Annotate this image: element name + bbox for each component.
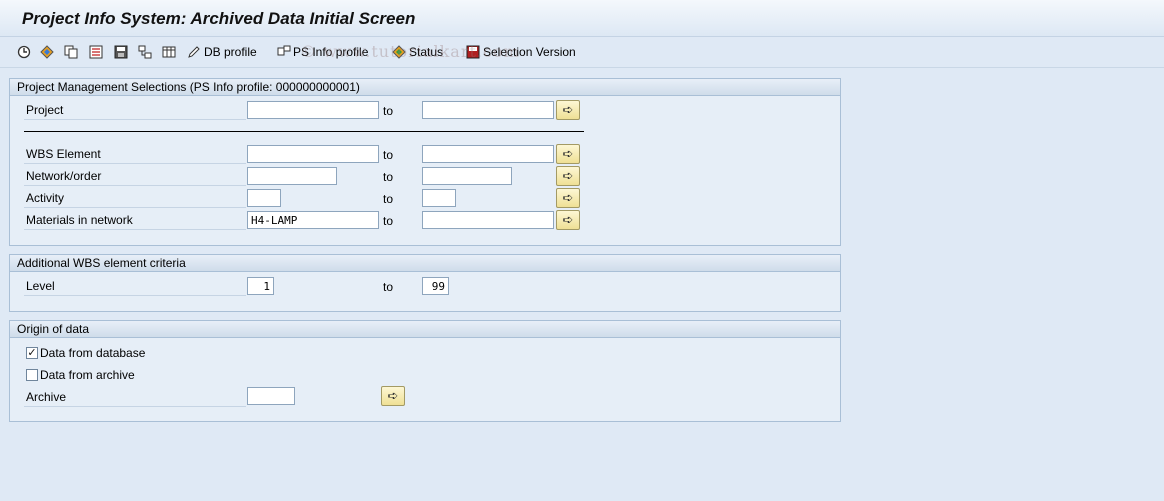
arrow-right-icon: ➪: [562, 190, 574, 205]
save-button[interactable]: [114, 43, 128, 61]
group-title: Origin of data: [10, 321, 840, 338]
arrow-right-icon: ➪: [562, 102, 574, 117]
execute-icon: [17, 45, 31, 59]
wbs-from-input[interactable]: [247, 145, 379, 163]
label-underline: [24, 119, 246, 120]
to-label: to: [383, 148, 394, 162]
group-title: Project Management Selections (PS Info p…: [10, 79, 840, 96]
label-underline: [24, 163, 246, 164]
arrow-right-icon: ➪: [387, 388, 399, 403]
label-underline: [24, 229, 246, 230]
arrow-right-icon: ➪: [562, 146, 574, 161]
group-title: Additional WBS element criteria: [10, 255, 840, 272]
label-underline: [24, 295, 246, 296]
application-toolbar: DB profile PS Info profile Status Select…: [0, 37, 1164, 68]
wbs-to-input[interactable]: [422, 145, 554, 163]
data-from-archive-label: Data from archive: [40, 368, 135, 382]
to-label: to: [383, 170, 394, 184]
table-icon: [162, 46, 176, 58]
project-label: Project: [26, 103, 64, 117]
level-to-input[interactable]: 99: [422, 277, 449, 295]
archive-input[interactable]: [247, 387, 295, 405]
network-from-input[interactable]: [247, 167, 337, 185]
selection-version-button[interactable]: Selection Version: [466, 43, 576, 61]
materials-from-input[interactable]: H4-LAMP: [247, 211, 379, 229]
label-underline: [24, 185, 246, 186]
project-management-selections-group: Project Management Selections (PS Info p…: [9, 78, 841, 246]
wbs-element-label: WBS Element: [26, 147, 101, 161]
status-label: Status: [409, 45, 444, 59]
execute-button[interactable]: [17, 43, 31, 61]
wbs-multiple-selection-button[interactable]: ➪: [556, 144, 580, 164]
level-label: Level: [26, 279, 55, 293]
network-multiple-selection-button[interactable]: ➪: [556, 166, 580, 186]
save-version-icon: [466, 45, 480, 59]
origin-of-data-group: Origin of data ✓ Data from database Data…: [9, 320, 841, 422]
variant-button[interactable]: [40, 43, 54, 61]
ps-info-profile-button[interactable]: PS Info profile: [277, 43, 368, 61]
project-multiple-selection-button[interactable]: ➪: [556, 100, 580, 120]
profile-icon: [277, 45, 291, 56]
separator: [24, 131, 584, 132]
project-from-input[interactable]: [247, 101, 379, 119]
additional-wbs-criteria-group: Additional WBS element criteria Level 1 …: [9, 254, 841, 312]
label-underline: [24, 207, 246, 208]
network-order-label: Network/order: [26, 169, 102, 183]
db-profile-label: DB profile: [204, 45, 257, 59]
to-label: to: [383, 104, 394, 118]
dynamic-selection-button[interactable]: [89, 43, 103, 61]
page-title: Project Info System: Archived Data Initi…: [22, 9, 416, 28]
data-from-database-label: Data from database: [40, 346, 146, 360]
arrow-right-icon: ➪: [562, 168, 574, 183]
label-underline: [24, 406, 246, 407]
title-bar: Project Info System: Archived Data Initi…: [0, 0, 1164, 37]
status-button[interactable]: Status: [392, 43, 443, 61]
project-to-input[interactable]: [422, 101, 554, 119]
network-to-input[interactable]: [422, 167, 512, 185]
activity-label: Activity: [26, 191, 65, 205]
hierarchy-icon: [138, 45, 152, 59]
list-icon: [89, 45, 103, 59]
copy-icon: [64, 45, 78, 59]
selection-version-label: Selection Version: [483, 45, 576, 59]
materials-in-network-label: Materials in network: [26, 213, 133, 227]
to-label: to: [383, 214, 394, 228]
status-icon: [392, 45, 406, 59]
table-button[interactable]: [162, 43, 176, 61]
activity-to-input[interactable]: [422, 189, 456, 207]
hierarchy-button[interactable]: [138, 43, 152, 61]
data-from-archive-checkbox[interactable]: [26, 369, 38, 381]
diamond-icon: [40, 45, 54, 59]
db-profile-button[interactable]: DB profile: [187, 43, 257, 61]
materials-multiple-selection-button[interactable]: ➪: [556, 210, 580, 230]
data-from-database-checkbox[interactable]: ✓: [26, 347, 38, 359]
level-from-input[interactable]: 1: [247, 277, 274, 295]
archive-multiple-selection-button[interactable]: ➪: [381, 386, 405, 406]
materials-to-input[interactable]: [422, 211, 554, 229]
activity-multiple-selection-button[interactable]: ➪: [556, 188, 580, 208]
to-label: to: [383, 192, 394, 206]
pencil-icon: [188, 46, 200, 58]
to-label: to: [383, 280, 394, 294]
save-icon: [114, 45, 128, 59]
arrow-right-icon: ➪: [562, 212, 574, 227]
copy-button[interactable]: [64, 43, 78, 61]
activity-from-input[interactable]: [247, 189, 281, 207]
ps-info-profile-label: PS Info profile: [293, 45, 369, 59]
archive-label: Archive: [26, 390, 67, 404]
